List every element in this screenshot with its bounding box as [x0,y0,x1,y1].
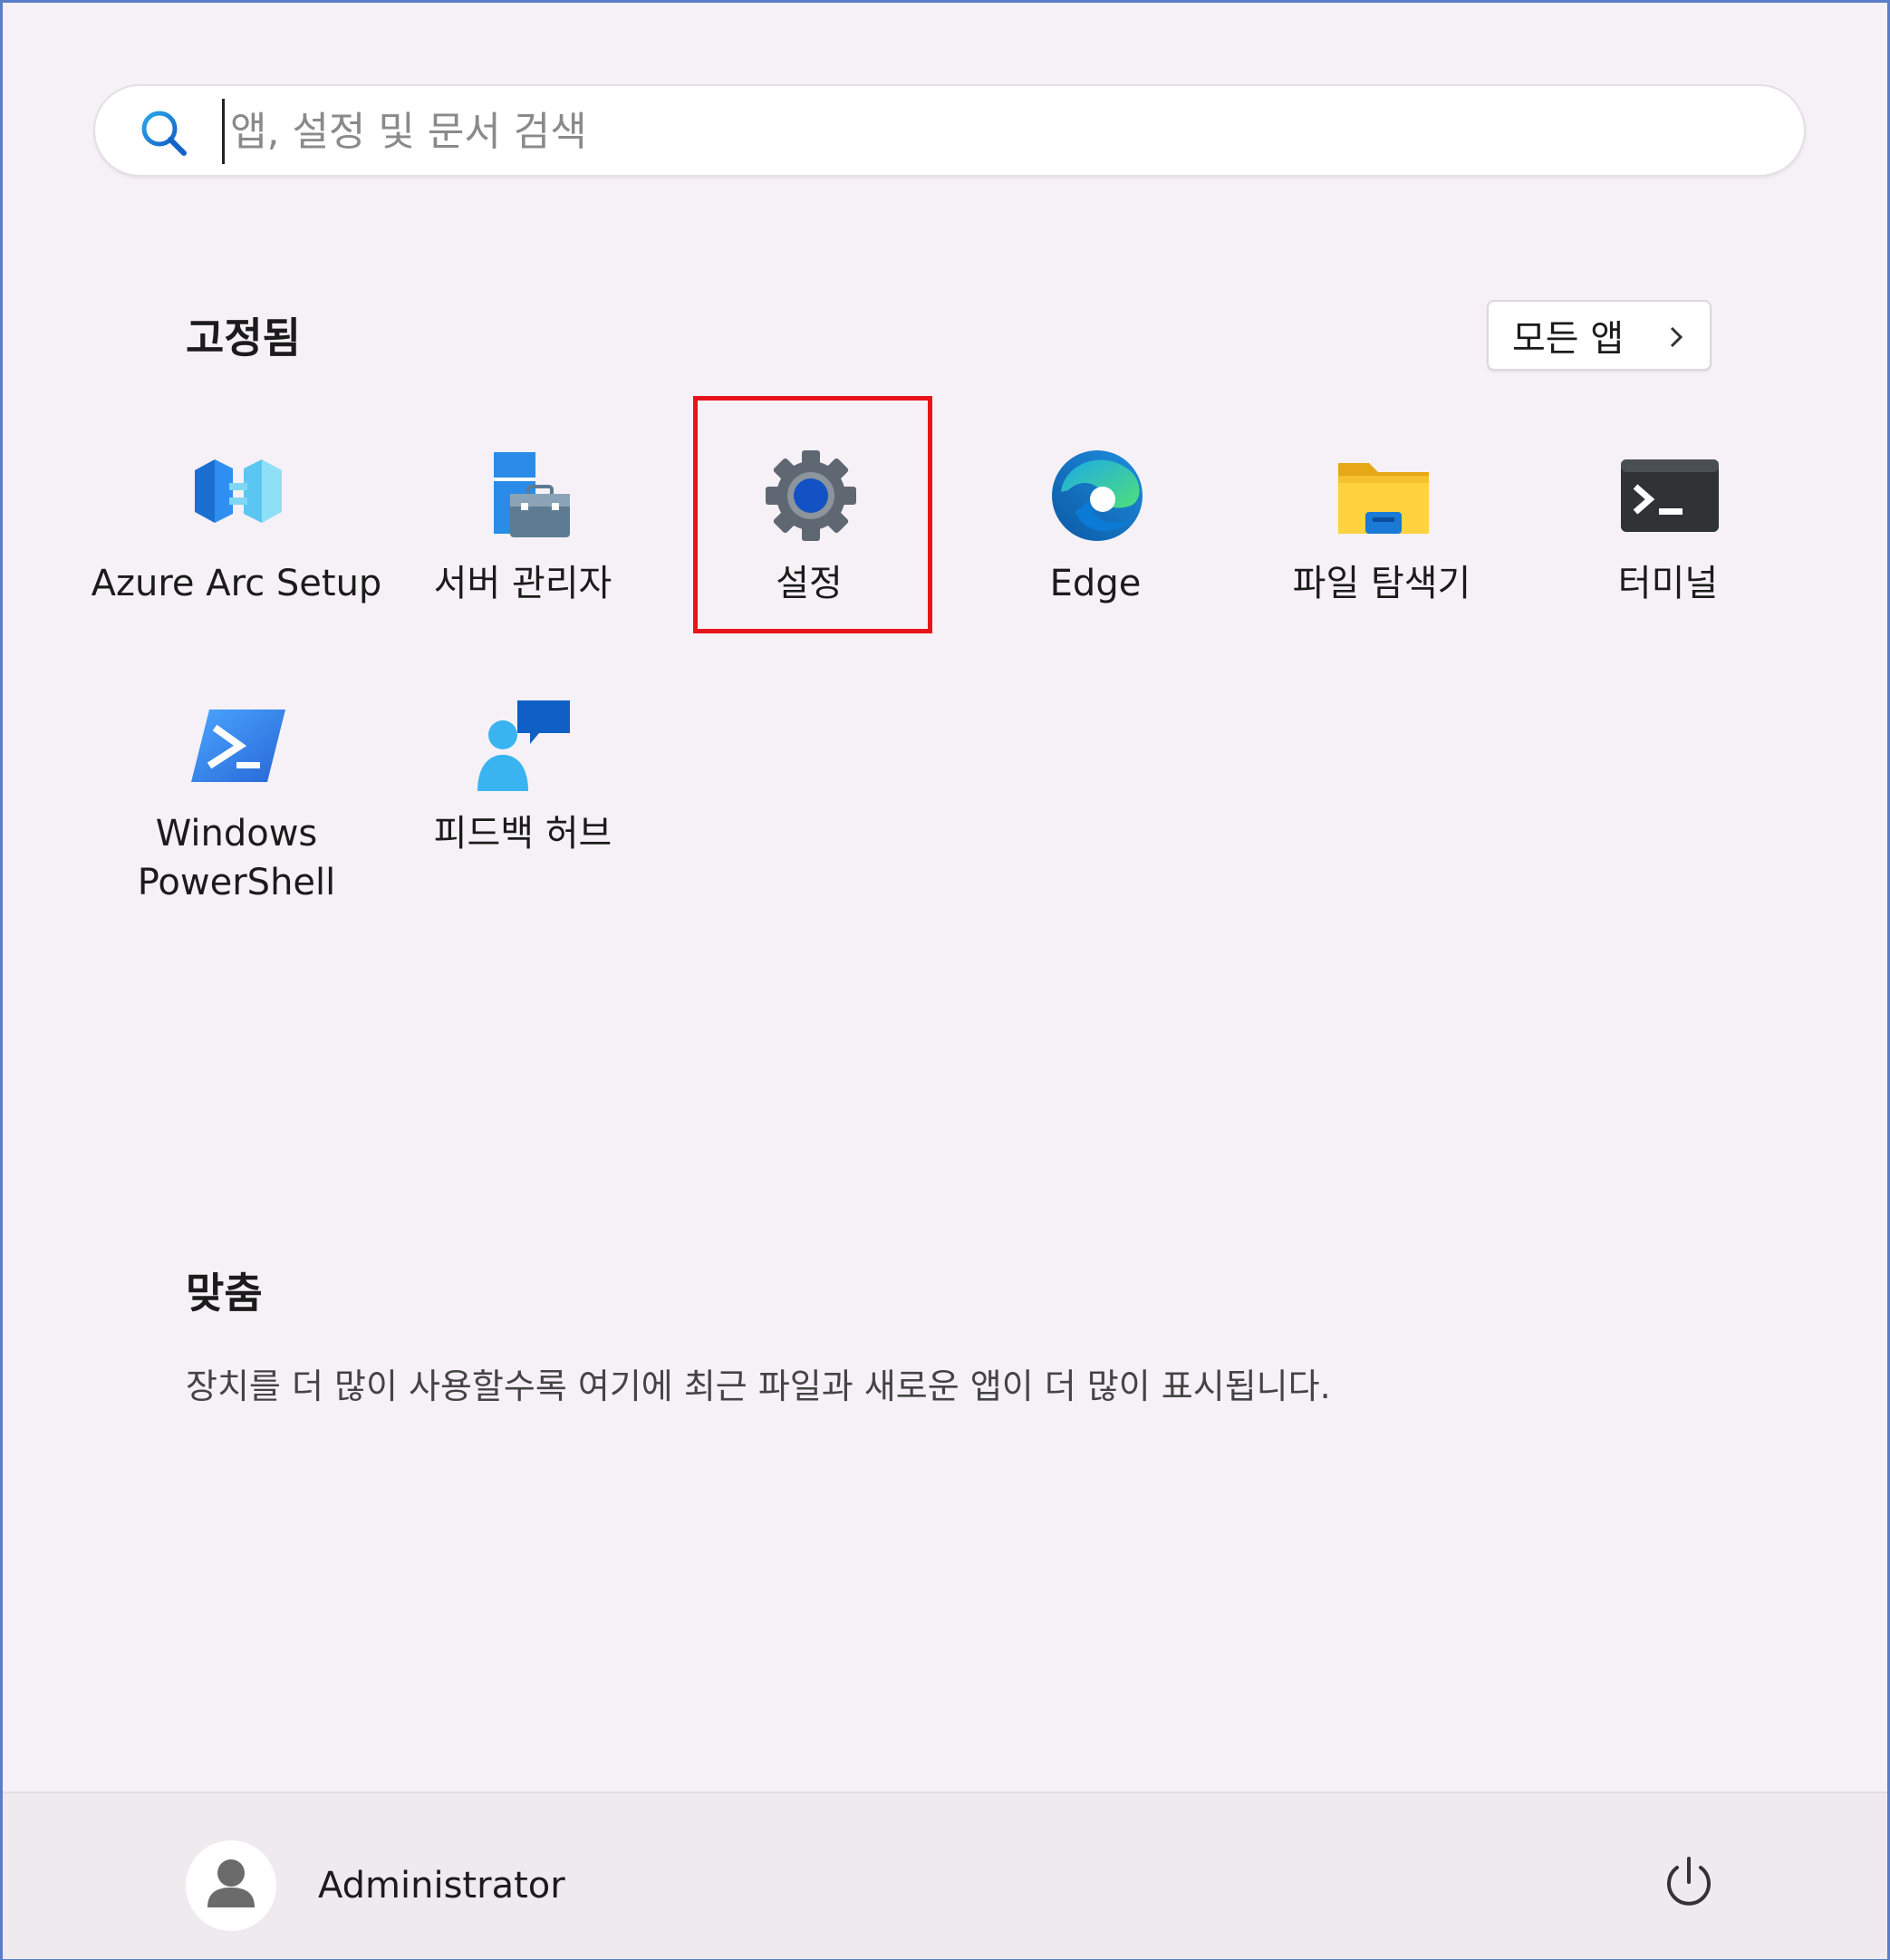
start-footer: Administrator [3,1791,1887,1959]
user-account-button[interactable]: Administrator [186,1840,565,1931]
highlight-box [693,396,932,633]
feedback-hub-icon [477,700,570,791]
all-apps-label: 모든 앱 [1512,318,1625,360]
app-tile-file-explorer[interactable]: 파일 탐색기 [1246,396,1518,613]
pinned-heading: 고정됨 [186,314,301,362]
user-name: Administrator [318,1865,565,1907]
all-apps-button[interactable]: 모든 앱 [1487,300,1712,371]
app-tile-server-manager[interactable]: 서버 관리자 [387,396,659,613]
start-menu: 고정됨 모든 앱 Azure Arc Setup 서버 관리자 [0,0,1890,1960]
search-input[interactable] [222,99,1772,164]
power-icon[interactable] [1661,1855,1717,1911]
app-label: 터미널 [1617,563,1719,604]
edge-icon [1052,450,1143,541]
avatar [186,1840,276,1931]
app-label: 파일 탐색기 [1292,563,1471,604]
app-label: Azure Arc Setup [91,563,382,604]
app-label: Windows PowerShell [82,809,391,907]
app-label-line: PowerShell [137,862,336,903]
chevron-right-icon [1670,326,1683,348]
recommended-empty-text: 장치를 더 많이 사용할수록 여기에 최근 파일과 새로운 앱이 더 많이 표시… [186,1366,1331,1406]
app-label-line: Windows [155,813,318,854]
app-tile-feedback-hub[interactable]: 피드백 허브 [387,646,659,864]
search-icon [141,111,187,156]
azure-arc-icon [195,459,282,523]
app-label: 피드백 허브 [433,813,612,854]
server-manager-icon [494,452,570,537]
search-box[interactable] [93,84,1806,177]
app-label: 서버 관리자 [433,563,612,604]
app-tile-windows-powershell[interactable]: Windows PowerShell [101,646,372,903]
user-icon [207,1859,255,1907]
recommended-heading: 맞춤 [186,1269,263,1318]
folder-icon [1338,463,1429,534]
terminal-icon [1621,459,1719,532]
powershell-icon [191,710,285,782]
app-label: Edge [1049,563,1142,604]
app-tile-azure-arc-setup[interactable]: Azure Arc Setup [92,396,381,613]
app-tile-terminal[interactable]: 터미널 [1532,396,1804,613]
app-tile-edge[interactable]: Edge [959,396,1231,613]
